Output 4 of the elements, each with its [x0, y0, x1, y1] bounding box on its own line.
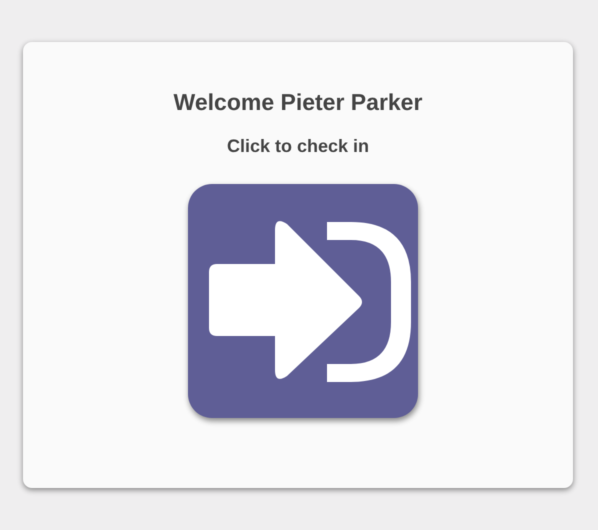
check-in-prompt: Click to check in: [226, 135, 370, 157]
welcome-title: Welcome Pieter Parker: [174, 88, 422, 116]
sign-in-icon: [209, 218, 411, 384]
check-in-button[interactable]: [188, 184, 418, 418]
